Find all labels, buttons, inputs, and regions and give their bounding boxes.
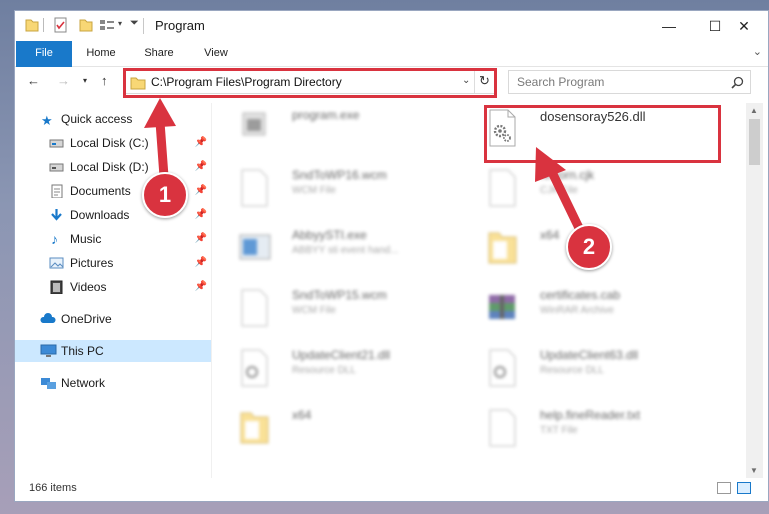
step-1-badge: 1 bbox=[142, 172, 188, 218]
arrow-1-head bbox=[144, 98, 176, 128]
arrow-2-shaft bbox=[546, 165, 585, 235]
step-2-badge: 2 bbox=[566, 224, 612, 270]
annotation-arrows bbox=[144, 98, 585, 235]
